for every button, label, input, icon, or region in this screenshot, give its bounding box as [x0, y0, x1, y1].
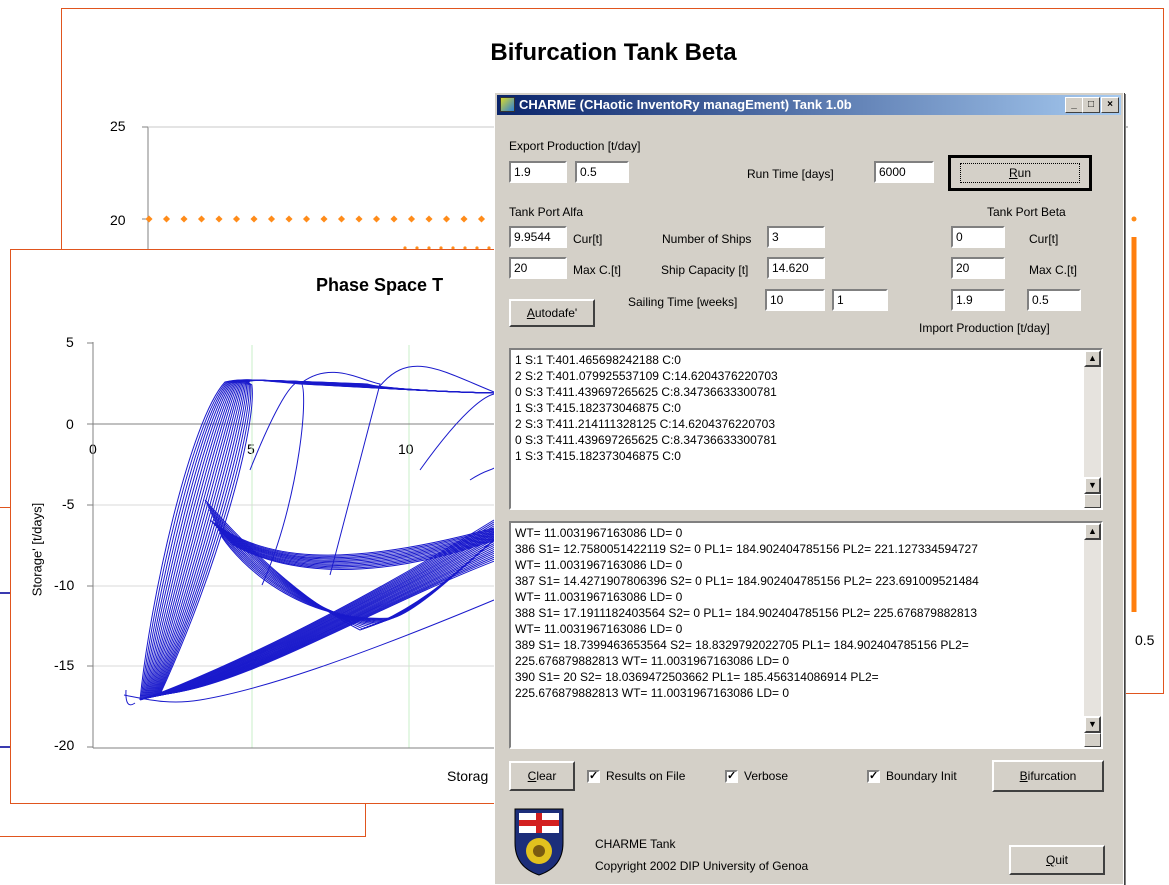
detail-log-line: 388 S1= 17.1911182403564 S2= 0 PL1= 184.…: [515, 606, 977, 620]
boundary-init-checkbox[interactable]: ✓: [867, 770, 880, 783]
ps-orbit: [140, 379, 495, 700]
ship-log-textarea[interactable]: 1 S:1 T:401.465698242188 C:0 2 S:2 T:401.…: [509, 348, 1103, 510]
ps-orbit: [152, 379, 495, 697]
boundary-init-label: Boundary Init: [886, 769, 957, 783]
bifurcation-button-label: Bifurcation: [1019, 769, 1077, 783]
ps-orbit: [149, 379, 495, 698]
export-production-input-1[interactable]: 1.9: [509, 161, 567, 183]
ps-orbit: [299, 371, 381, 576]
ps-orbit: [150, 379, 495, 698]
ship-capacity-input[interactable]: 14.620: [767, 257, 825, 279]
alfa-current-label: Cur[t]: [573, 232, 603, 246]
clear-button-label: Clear: [527, 769, 557, 783]
detail-log-line: WT= 11.0031967163086 LD= 0: [515, 622, 683, 636]
ps-orbit: [140, 521, 495, 701]
export-production-input-2[interactable]: 0.5: [575, 161, 629, 183]
alfa-max-input[interactable]: 20: [509, 257, 567, 279]
ps-orbit: [152, 379, 495, 697]
autodafe-button[interactable]: Autodafe': [509, 299, 595, 327]
university-crest-logo: [511, 807, 567, 877]
footer-app-name: CHARME Tank: [595, 837, 676, 851]
beta-max-input[interactable]: 20: [951, 257, 1005, 279]
window-title: CHARME (CHaotic InventoRy managEment) Ta…: [519, 97, 852, 112]
beta-max-label: Max C.[t]: [1029, 263, 1078, 277]
beta-current-input[interactable]: 0: [951, 226, 1005, 248]
beta-current-label: Cur[t]: [1029, 232, 1059, 246]
ship-capacity-label: Ship Capacity [t]: [661, 263, 749, 277]
detail-log-line: 225.676879882813 WT= 11.0031967163086 LD…: [515, 654, 790, 668]
detail-log-line: WT= 11.0031967163086 LD= 0: [515, 590, 683, 604]
detail-log-line: 389 S1= 18.7399463653564 S2= 18.83297920…: [515, 638, 969, 652]
detail-log-textarea[interactable]: WT= 11.0031967163086 LD= 0 386 S1= 12.758…: [509, 521, 1103, 749]
crest-shield-icon: [514, 808, 564, 876]
run-button[interactable]: Run: [948, 155, 1092, 191]
ps-orbit: [469, 467, 495, 481]
run-button-label: Run: [959, 163, 1081, 183]
export-production-label: Export Production [t/day]: [509, 139, 641, 153]
scroll-thumb[interactable]: [1084, 733, 1101, 747]
run-time-label: Run Time [days]: [747, 167, 834, 181]
results-on-file-checkbox[interactable]: ✓: [587, 770, 600, 783]
ship-log-line: 0 S:3 T:411.439697265625 C:8.34736633300…: [515, 385, 777, 399]
ps-orbit: [144, 379, 495, 699]
ps-orbit: [141, 379, 495, 700]
ps-tick-marks: [87, 342, 93, 748]
ship-log-line: 1 S:3 T:415.182373046875 C:0: [515, 401, 681, 415]
detail-log-line: WT= 11.0031967163086 LD= 0: [515, 526, 683, 540]
number-of-ships-label: Number of Ships: [662, 232, 752, 246]
sailing-time-label: Sailing Time [weeks]: [628, 295, 738, 309]
results-on-file-label: Results on File: [606, 769, 686, 783]
app-icon: [500, 97, 515, 112]
ps-orbit: [419, 393, 495, 471]
scroll-thumb[interactable]: [1084, 494, 1101, 508]
scroll-up-icon[interactable]: ▲: [1084, 350, 1101, 367]
detail-log-line: 390 S1= 20 S2= 18.0369472503662 PL1= 185…: [515, 670, 879, 684]
import-production-input-1[interactable]: 1.9: [951, 289, 1005, 311]
detail-log-line: 386 S1= 12.7580051422119 S2= 0 PL1= 184.…: [515, 542, 978, 556]
charme-dialog-window: CHARME (CHaotic InventoRy managEment) Ta…: [494, 92, 1124, 885]
detail-log-lines: WT= 11.0031967163086 LD= 0 386 S1= 12.758…: [515, 525, 1097, 701]
import-production-label: Import Production [t/day]: [919, 321, 1050, 335]
alfa-max-label: Max C.[t]: [573, 263, 622, 277]
clear-button[interactable]: Clear: [509, 761, 575, 791]
ship-log-line: 0 S:3 T:411.439697265625 C:8.34736633300…: [515, 433, 777, 447]
alfa-current-input[interactable]: 9.9544: [509, 226, 567, 248]
detail-log-line: 387 S1= 14.4271907806396 S2= 0 PL1= 184.…: [515, 574, 979, 588]
maximize-button[interactable]: □: [1082, 97, 1100, 113]
sailing-time-input-1[interactable]: 10: [765, 289, 825, 311]
minimize-button[interactable]: _: [1065, 97, 1083, 113]
run-time-input[interactable]: 6000: [874, 161, 934, 183]
ps-orbit: [147, 379, 495, 698]
detail-log-scrollbar[interactable]: ▲ ▼: [1084, 523, 1101, 747]
ship-log-line: 1 S:3 T:415.182373046875 C:0: [515, 449, 681, 463]
detail-log-line: WT= 11.0031967163086 LD= 0: [515, 558, 683, 572]
title-bar[interactable]: CHARME (CHaotic InventoRy managEment) Ta…: [497, 95, 1121, 115]
ship-log-line: 2 S:3 T:411.214111328125 C:14.6204376220…: [515, 417, 776, 431]
scroll-down-icon[interactable]: ▼: [1084, 716, 1101, 733]
ship-log-line: 1 S:1 T:401.465698242188 C:0: [515, 353, 681, 367]
verbose-checkbox[interactable]: ✓: [725, 770, 738, 783]
ship-log-lines: 1 S:1 T:401.465698242188 C:0 2 S:2 T:401.…: [515, 352, 1097, 464]
number-of-ships-input[interactable]: 3: [767, 226, 825, 248]
tank-beta-label: Tank Port Beta: [987, 205, 1066, 219]
scroll-up-icon[interactable]: ▲: [1084, 523, 1101, 540]
close-button[interactable]: ×: [1101, 97, 1119, 113]
autodafe-button-label: Autodafe': [526, 306, 578, 320]
import-production-input-2[interactable]: 0.5: [1027, 289, 1081, 311]
ship-log-scrollbar[interactable]: ▲ ▼: [1084, 350, 1101, 508]
bifurcation-button[interactable]: Bifurcation: [992, 760, 1104, 792]
ps-orbit: [146, 379, 495, 699]
footer-copyright: Copyright 2002 DIP University of Genoa: [595, 859, 809, 873]
verbose-label: Verbose: [744, 769, 789, 783]
ship-log-line: 2 S:2 T:401.079925537109 C:14.6204376220…: [515, 369, 778, 383]
ps-orbit: [125, 689, 136, 706]
tank-alfa-label: Tank Port Alfa: [509, 205, 584, 219]
quit-button-label: Quit: [1045, 853, 1069, 867]
detail-log-line: 225.676879882813 WT= 11.0031967163086 LD…: [515, 686, 790, 700]
ps-trajectory: [123, 365, 495, 706]
sailing-time-input-2[interactable]: 1: [832, 289, 888, 311]
scroll-down-icon[interactable]: ▼: [1084, 477, 1101, 494]
ps-orbit: [143, 379, 495, 699]
quit-button[interactable]: Quit: [1009, 845, 1105, 875]
